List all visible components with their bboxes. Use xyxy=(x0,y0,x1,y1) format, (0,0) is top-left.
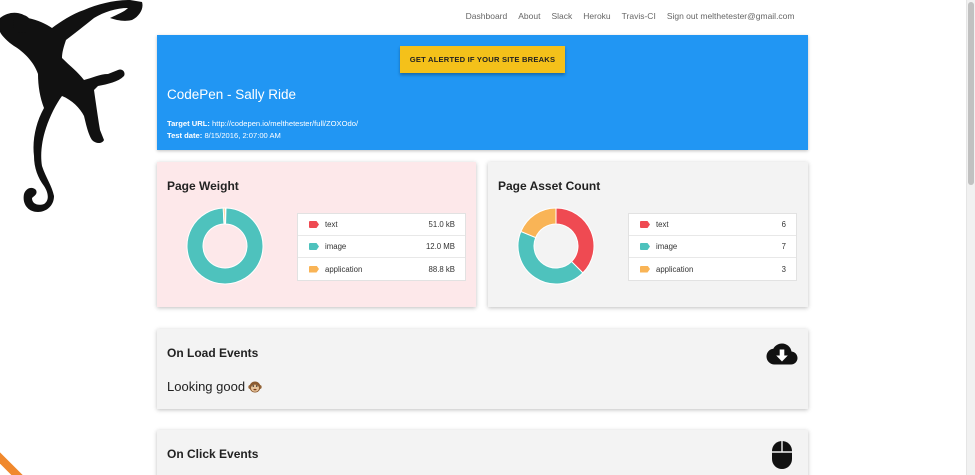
page-weight-card: Page Weight text 51.0 kB image 12.0 MB a… xyxy=(157,162,476,307)
site-header-panel: GET ALERTED IF YOUR SITE BREAKS CodePen … xyxy=(157,35,808,150)
nav-signout-link[interactable]: Sign out melthetester@gmail.com xyxy=(661,10,800,22)
donut-slice-image xyxy=(517,230,584,285)
legend-value: 7 xyxy=(781,242,786,251)
legend-row-image: image 12.0 MB xyxy=(298,236,465,258)
legend-value: 3 xyxy=(781,264,786,274)
legend-row-text: text 6 xyxy=(629,214,796,236)
page-title: CodePen - Sally Ride xyxy=(167,87,297,102)
donut-slice-text xyxy=(555,207,595,274)
asset-count-title: Page Asset Count xyxy=(498,179,601,193)
scrollbar-thumb[interactable] xyxy=(968,2,974,185)
tag-icon xyxy=(309,243,319,250)
legend-label: application xyxy=(325,264,363,274)
load-events-title: On Load Events xyxy=(167,346,259,360)
asset-count-donut-chart xyxy=(517,207,595,285)
nav-slack-link[interactable]: Slack xyxy=(546,10,578,22)
page-weight-title: Page Weight xyxy=(167,179,239,193)
legend-value: 51.0 kB xyxy=(428,220,455,229)
legend-label: text xyxy=(325,220,338,229)
legend-value: 6 xyxy=(781,220,786,229)
donut-slice-application xyxy=(520,207,557,239)
target-url-link[interactable]: http://codepen.io/melthetester/full/ZOXO… xyxy=(212,119,358,128)
monkey-logo xyxy=(0,0,143,212)
get-alerted-button[interactable]: GET ALERTED IF YOUR SITE BREAKS xyxy=(400,46,565,73)
nav-heroku-link[interactable]: Heroku xyxy=(578,10,616,22)
target-url-row: Target URL: http://codepen.io/melthetest… xyxy=(167,118,358,130)
ribbon-label xyxy=(0,451,24,475)
test-date-value: 8/15/2016, 2:07:00 AM xyxy=(204,130,281,140)
target-url-label: Target URL: xyxy=(167,119,210,128)
tag-icon xyxy=(309,221,319,228)
corner-ribbon[interactable] xyxy=(0,451,24,475)
page-weight-donut-chart xyxy=(186,207,264,285)
legend-row-text: text 51.0 kB xyxy=(298,214,465,236)
nav-dashboard-link[interactable]: Dashboard xyxy=(460,10,513,22)
asset-count-legend: text 6 image 7 application 3 xyxy=(628,213,797,281)
tag-icon xyxy=(640,221,650,228)
legend-label: image xyxy=(325,242,347,251)
legend-value: 88.8 kB xyxy=(428,264,455,274)
legend-row-application: application 3 xyxy=(629,258,796,280)
load-status: Looking good xyxy=(167,379,262,394)
load-status-text: Looking good xyxy=(167,379,246,394)
click-events-title: On Click Events xyxy=(167,447,259,461)
legend-label: image xyxy=(656,242,678,251)
vertical-scrollbar[interactable] xyxy=(966,0,975,475)
test-meta: Target URL: http://codepen.io/melthetest… xyxy=(167,118,358,141)
legend-label: application xyxy=(656,264,694,274)
page-weight-legend: text 51.0 kB image 12.0 MB application 8… xyxy=(297,213,466,281)
test-date-label: Test date: xyxy=(167,130,203,140)
nav-about-link[interactable]: About xyxy=(513,10,546,22)
legend-label: text xyxy=(656,220,669,229)
top-nav: Dashboard About Slack Heroku Travis-CI S… xyxy=(460,10,800,22)
test-date-row: Test date: 8/15/2016, 2:07:00 AM xyxy=(167,130,358,142)
tag-icon xyxy=(640,243,650,250)
tag-icon xyxy=(640,265,650,273)
load-events-card: On Load Events Looking good xyxy=(157,329,808,409)
legend-row-application: application 88.8 kB xyxy=(298,258,465,280)
legend-value: 12.0 MB xyxy=(425,242,455,251)
cloud-download-icon xyxy=(766,343,798,365)
legend-row-image: image 7 xyxy=(629,236,796,258)
asset-count-card: Page Asset Count text 6 image 7 applicat… xyxy=(488,162,808,307)
donut-slice-application xyxy=(222,207,226,225)
monkey-face-icon xyxy=(248,381,262,392)
nav-travis-link[interactable]: Travis-CI xyxy=(616,10,661,22)
click-events-card: On Click Events xyxy=(157,430,808,475)
mouse-icon xyxy=(772,441,792,469)
tag-icon xyxy=(309,265,319,273)
